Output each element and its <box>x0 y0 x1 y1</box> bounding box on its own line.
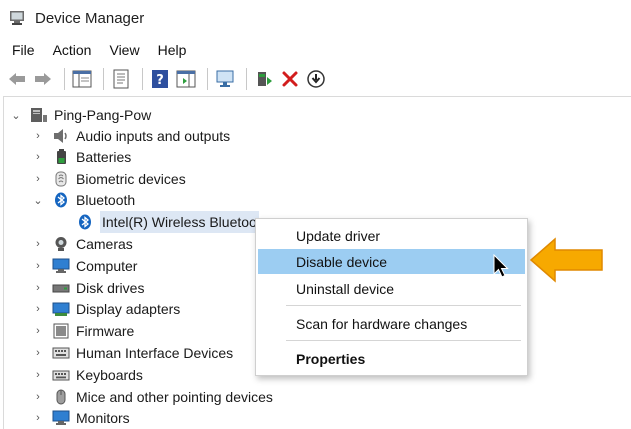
device-label: Intel(R) Wireless Bluetoo <box>100 211 259 233</box>
category-label: Computer <box>76 258 138 274</box>
chevron-right-icon[interactable]: › <box>32 130 44 142</box>
toolbar-separator <box>64 68 65 90</box>
category-display-adapters[interactable]: › Display adapters <box>32 298 180 320</box>
category-keyboards[interactable]: › Keyboards <box>32 364 143 386</box>
chevron-right-icon[interactable]: › <box>32 238 44 250</box>
title-bar: Device Manager <box>0 0 631 36</box>
category-label: Disk drives <box>76 280 145 296</box>
back-arrow-icon[interactable] <box>6 68 28 90</box>
category-label: Keyboards <box>76 367 143 383</box>
category-label: Biometric devices <box>76 171 186 187</box>
disk-drive-icon <box>52 280 70 296</box>
category-hid[interactable]: › Human Interface Devices <box>32 342 233 364</box>
chevron-right-icon[interactable]: › <box>32 325 44 337</box>
category-mice[interactable]: › Mice and other pointing devices <box>32 386 273 408</box>
chevron-right-icon[interactable]: › <box>32 151 44 163</box>
toolbar-separator <box>142 68 143 90</box>
category-computer[interactable]: › Computer <box>32 255 137 277</box>
context-menu: Update driver Disable device Uninstall d… <box>255 218 528 376</box>
category-monitors[interactable]: › Monitors <box>32 407 130 429</box>
chevron-right-icon[interactable]: › <box>32 282 44 294</box>
menu-view[interactable]: View <box>109 42 139 58</box>
toolbar-separator <box>103 68 104 90</box>
chevron-down-icon[interactable]: ⌄ <box>10 109 22 122</box>
mouse-cursor-icon <box>493 253 509 285</box>
help-icon[interactable]: ? <box>149 68 171 90</box>
computer-root-icon <box>30 107 48 123</box>
ctx-update-driver[interactable]: Update driver <box>258 223 525 248</box>
scan-hardware-icon[interactable] <box>214 68 236 90</box>
toolbar-separator <box>246 68 247 90</box>
bluetooth-icon <box>76 214 94 230</box>
category-batteries[interactable]: › Batteries <box>32 146 131 168</box>
menu-action[interactable]: Action <box>53 42 92 58</box>
ctx-uninstall-device[interactable]: Uninstall device <box>258 276 525 301</box>
speaker-icon <box>52 128 70 144</box>
category-label: Batteries <box>76 149 132 165</box>
display-adapter-icon <box>52 301 70 317</box>
chevron-right-icon[interactable]: › <box>32 412 44 424</box>
device-intel-wireless-bluetooth[interactable]: Intel(R) Wireless Bluetoo <box>76 211 259 233</box>
keyboard-icon <box>52 367 70 383</box>
hid-icon <box>52 345 70 361</box>
category-label: Mice and other pointing devices <box>76 389 273 405</box>
menu-file[interactable]: File <box>12 42 35 58</box>
chevron-down-icon[interactable]: ⌄ <box>32 194 44 207</box>
category-label: Display adapters <box>76 301 181 317</box>
fingerprint-icon <box>52 171 70 187</box>
chevron-right-icon[interactable]: › <box>32 303 44 315</box>
tree-root[interactable]: ⌄ Ping-Pang-Pow <box>10 104 151 126</box>
chevron-right-icon[interactable]: › <box>32 347 44 359</box>
chevron-right-icon[interactable]: › <box>32 260 44 272</box>
battery-icon <box>52 149 70 165</box>
category-label: Human Interface Devices <box>76 345 234 361</box>
ctx-scan-hardware[interactable]: Scan for hardware changes <box>258 311 525 336</box>
category-audio[interactable]: › Audio inputs and outputs <box>32 125 230 147</box>
monitor-icon <box>52 410 70 426</box>
properties-sheet-icon[interactable] <box>110 68 132 90</box>
mouse-icon <box>52 389 70 405</box>
show-hide-console-tree-icon[interactable] <box>71 68 93 90</box>
category-label: Bluetooth <box>76 192 136 208</box>
toolbar-separator <box>207 68 208 90</box>
category-label: Audio inputs and outputs <box>76 128 231 144</box>
device-manager-icon <box>9 10 27 26</box>
menu-separator <box>286 340 521 341</box>
action-pane-icon[interactable] <box>175 68 197 90</box>
chevron-right-icon[interactable]: › <box>32 391 44 403</box>
firmware-icon <box>52 323 70 339</box>
category-label: Cameras <box>76 236 133 252</box>
update-driver-icon[interactable] <box>253 68 275 90</box>
callout-arrow-icon <box>529 237 605 288</box>
category-label: Firmware <box>76 323 135 339</box>
svg-text:?: ? <box>156 73 164 88</box>
category-disk-drives[interactable]: › Disk drives <box>32 277 144 299</box>
category-label: Monitors <box>76 410 130 426</box>
camera-icon <box>52 236 70 252</box>
menu-separator <box>286 305 521 306</box>
chevron-right-icon[interactable]: › <box>32 369 44 381</box>
disable-device-icon[interactable] <box>305 68 327 90</box>
category-bluetooth[interactable]: ⌄ Bluetooth <box>32 189 135 211</box>
chevron-right-icon[interactable]: › <box>32 173 44 185</box>
menu-help[interactable]: Help <box>158 42 187 58</box>
category-biometric[interactable]: › Biometric devices <box>32 168 186 190</box>
root-computer-name: Ping-Pang-Pow <box>54 107 152 123</box>
ctx-disable-device[interactable]: Disable device <box>258 249 525 274</box>
bluetooth-icon <box>52 192 70 208</box>
ctx-properties[interactable]: Properties <box>258 346 525 371</box>
category-firmware[interactable]: › Firmware <box>32 320 134 342</box>
window-title: Device Manager <box>35 9 145 27</box>
toolbar: ? <box>0 64 631 94</box>
menu-bar: File Action View Help <box>0 38 204 62</box>
forward-arrow-icon[interactable] <box>32 68 54 90</box>
uninstall-x-icon[interactable] <box>279 68 301 90</box>
computer-icon <box>52 258 70 274</box>
category-cameras[interactable]: › Cameras <box>32 233 133 255</box>
